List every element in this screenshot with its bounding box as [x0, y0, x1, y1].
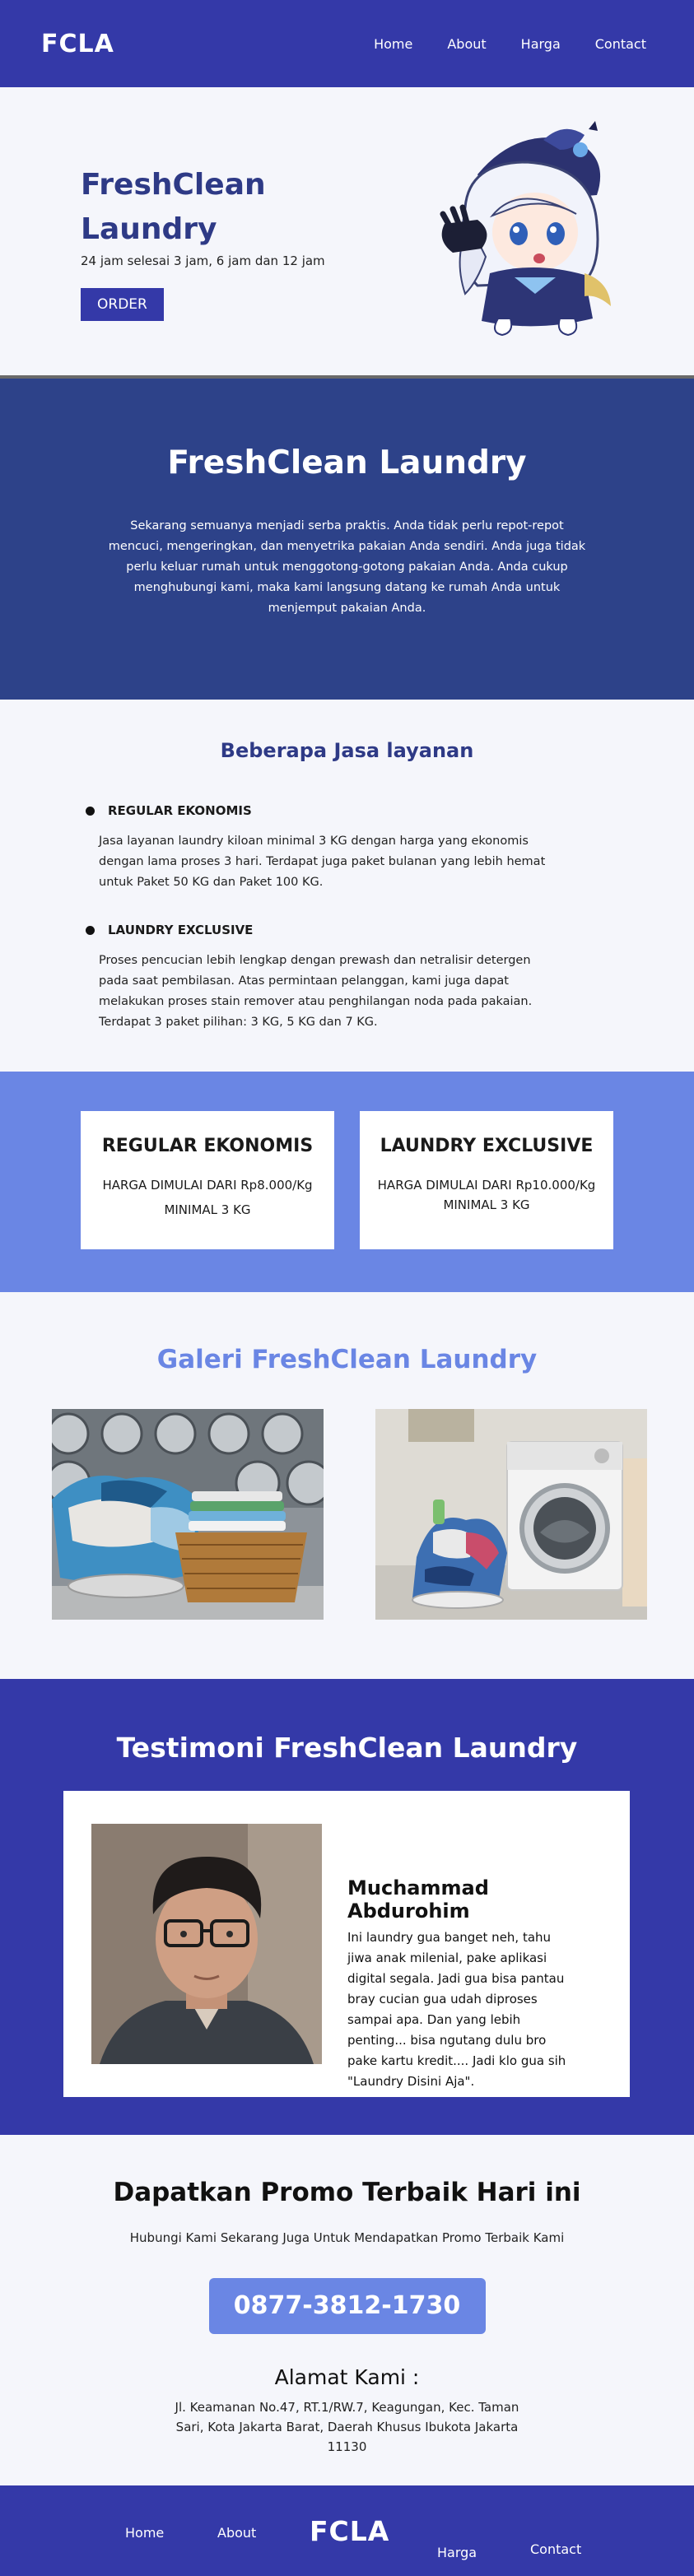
- footer-contact-link[interactable]: Contact: [530, 2541, 581, 2557]
- about-text: Sekarang semuanya menjadi serba praktis.…: [108, 519, 586, 615]
- nav-home-link[interactable]: Home: [374, 36, 412, 52]
- service-description: Jasa layanan laundry kiloan minimal 3 KG…: [99, 835, 546, 889]
- bullet-icon: [86, 925, 95, 935]
- price-card-price: HARGA DIMULAI DARI Rp10.000/Kg: [377, 1178, 596, 1193]
- service-item: REGULAR EKONOMIS Jasa layanan laundry ki…: [86, 803, 555, 893]
- testimonial-title: Testimoni FreshClean Laundry: [116, 1732, 578, 1764]
- address-text: Jl. Keamanan No.47, RT.1/RW.7, Keagungan…: [175, 2400, 519, 2454]
- about-section: FreshClean Laundry Sekarang semuanya men…: [0, 379, 694, 700]
- service-name: REGULAR EKONOMIS: [108, 803, 252, 818]
- nav-about-link[interactable]: About: [447, 36, 486, 52]
- promo-title: Dapatkan Promo Terbaik Hari ini: [113, 2178, 581, 2207]
- footer-about-link[interactable]: About: [217, 2525, 256, 2541]
- testimonial-author: Muchammad Abdurohim: [347, 1876, 489, 1923]
- footer-home-link[interactable]: Home: [125, 2525, 164, 2541]
- footer: Home About FCLA Harga Contact: [0, 2485, 694, 2576]
- about-title: FreshClean Laundry: [167, 444, 527, 481]
- price-card-title: REGULAR EKONOMIS: [101, 1136, 314, 1156]
- services-title: Beberapa Jasa layanan: [220, 739, 474, 762]
- price-card-minimum: MINIMAL 3 KG: [164, 1202, 251, 1217]
- hero-subtitle: 24 jam selesai 3 jam, 6 jam dan 12 jam: [81, 253, 325, 268]
- price-card-price: HARGA DIMULAI DARI Rp8.000/Kg: [102, 1178, 313, 1193]
- service-heading: REGULAR EKONOMIS: [86, 803, 555, 818]
- pricing-section: REGULAR EKONOMIS HARGA DIMULAI DARI Rp8.…: [0, 1072, 694, 1292]
- price-card-title: LAUNDRY EXCLUSIVE: [380, 1136, 594, 1156]
- testimonial-body: Muchammad Abdurohim Ini laundry gua bang…: [347, 1876, 611, 2092]
- price-card-regular[interactable]: REGULAR EKONOMIS HARGA DIMULAI DARI Rp8.…: [81, 1111, 334, 1249]
- price-card-minimum: MINIMAL 3 KG: [443, 1197, 530, 1212]
- service-heading: LAUNDRY EXCLUSIVE: [86, 923, 555, 937]
- service-item: LAUNDRY EXCLUSIVE Proses pencucian lebih…: [86, 923, 555, 1033]
- gallery-title: Galeri FreshClean Laundry: [156, 1345, 538, 1374]
- testimonial-avatar: [91, 1824, 322, 2064]
- gallery-photo-laundry-baskets[interactable]: [52, 1409, 324, 1620]
- hero-mascot-illustration: [440, 121, 611, 337]
- hero-text: FreshClean Laundry 24 jam selesai 3 jam,…: [81, 163, 328, 321]
- gallery-photo-washing-machine[interactable]: [375, 1409, 647, 1620]
- top-navbar: FCLA Home About Harga Contact: [0, 0, 694, 87]
- footer-brand-logo[interactable]: FCLA: [310, 2515, 389, 2547]
- price-card-exclusive[interactable]: LAUNDRY EXCLUSIVE HARGA DIMULAI DARI Rp1…: [360, 1111, 613, 1249]
- testimonial-card: Muchammad Abdurohim Ini laundry gua bang…: [63, 1791, 630, 2097]
- nav-contact-link[interactable]: Contact: [595, 36, 646, 52]
- gallery-section: Galeri FreshClean Laundry: [0, 1292, 694, 1679]
- order-button[interactable]: ORDER: [81, 288, 164, 321]
- testimonial-section: Testimoni FreshClean Laundry Muchammad A…: [0, 1679, 694, 2135]
- promo-subtitle: Hubungi Kami Sekarang Juga Untuk Mendapa…: [129, 2230, 565, 2245]
- footer-harga-link[interactable]: Harga: [437, 2545, 477, 2560]
- services-section: Beberapa Jasa layanan REGULAR EKONOMIS J…: [0, 700, 694, 1072]
- bullet-icon: [86, 806, 95, 816]
- top-nav: Home About Harga Contact: [374, 36, 646, 52]
- nav-harga-link[interactable]: Harga: [521, 36, 561, 52]
- brand-logo[interactable]: FCLA: [41, 30, 114, 58]
- address-title: Alamat Kami :: [274, 2365, 420, 2389]
- service-description: Proses pencucian lebih lengkap dengan pr…: [99, 954, 533, 1029]
- hero-title: FreshClean Laundry: [81, 168, 266, 246]
- testimonial-quote: Ini laundry gua banget neh, tahu jiwa an…: [347, 1930, 566, 2089]
- phone-button[interactable]: 0877-3812-1730: [208, 2278, 486, 2334]
- contact-section: Dapatkan Promo Terbaik Hari ini Hubungi …: [0, 2135, 694, 2485]
- service-name: LAUNDRY EXCLUSIVE: [108, 923, 254, 937]
- hero-section: FreshClean Laundry 24 jam selesai 3 jam,…: [0, 87, 694, 379]
